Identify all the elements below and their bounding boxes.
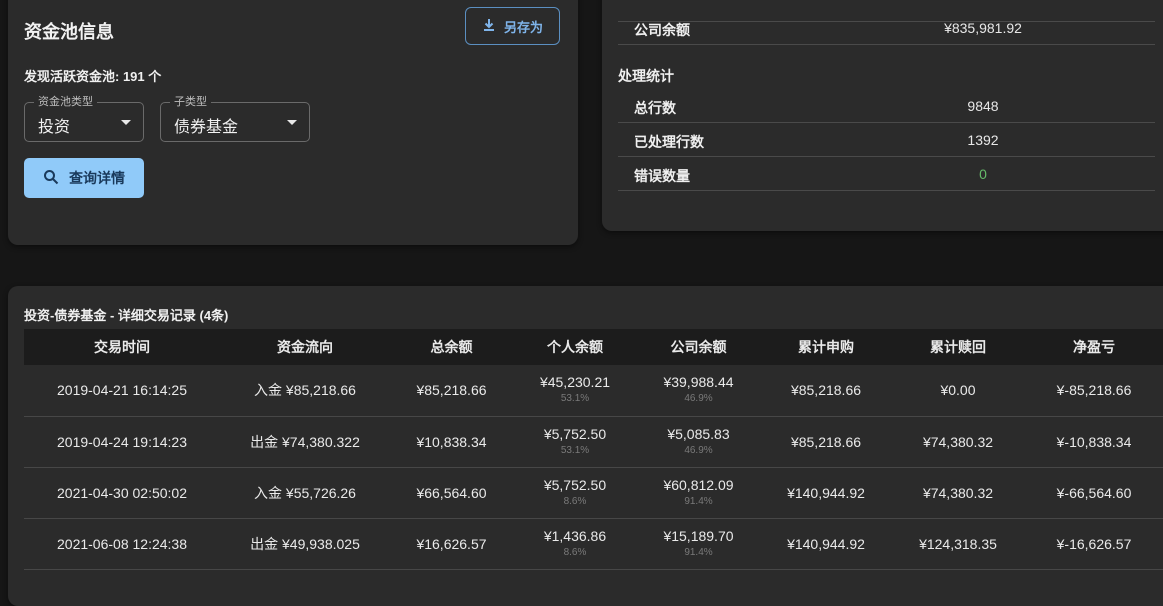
stats-row-error-count: 错误数量 0 (618, 157, 1155, 191)
stats-value: ¥835,981.92 (944, 20, 1022, 36)
header-pnl[interactable]: 净盈亏 (1024, 329, 1163, 365)
cell-total: ¥10,838.34 (416, 433, 487, 450)
cell-company: ¥5,085.83 46.9% (637, 416, 760, 467)
stats-row-company-balance: 公司余额 ¥835,981.92 (618, 11, 1155, 45)
header-redeem[interactable]: 累计赎回 (892, 329, 1024, 365)
cell-redeem: ¥124,318.35 (919, 535, 997, 552)
company-percent: 46.9% (684, 444, 713, 456)
company-amount: ¥60,812.09 (663, 476, 734, 493)
table-row[interactable]: 2019-04-21 16:14:25 入金 ¥85,218.66 ¥85,21… (24, 365, 1163, 416)
cell-flow: 入金 ¥85,218.66 (254, 382, 356, 399)
processing-stats-title: 处理统计 (618, 68, 674, 84)
cell-total: ¥85,218.66 (416, 382, 487, 399)
cell-time: 2021-06-08 12:24:38 (57, 535, 187, 552)
cell-pnl: ¥-85,218.66 (1056, 382, 1132, 399)
cell-flow: 出金 ¥74,380.322 (250, 433, 360, 450)
header-company[interactable]: 公司余额 (637, 329, 760, 365)
cell-redeem: ¥74,380.32 (922, 484, 994, 501)
cell-time: 2019-04-21 16:14:25 (57, 382, 187, 399)
cell-redeem: ¥74,380.32 (922, 433, 994, 450)
pool-type-value: 投资 (38, 119, 71, 136)
subtype-select[interactable]: 子类型 债券基金 (160, 95, 310, 142)
cell-personal: ¥5,752.50 53.1% (513, 416, 637, 467)
transactions-table: 交易时间 资金流向 总余额 个人余额 公司余额 累计申购 累计赎回 净盈亏 20… (24, 329, 1163, 570)
personal-percent: 53.1% (560, 393, 590, 405)
query-details-button[interactable]: 查询详情 (24, 158, 144, 198)
company-percent: 46.9% (684, 393, 713, 405)
error-count-value: 0 (979, 166, 987, 182)
cell-subscribe: ¥140,944.92 (787, 484, 865, 501)
personal-amount: ¥5,752.50 (543, 425, 607, 442)
save-as-label: 另存为 (503, 19, 543, 35)
transactions-title: 投资-债券基金 - 详细交易记录 (4条) (24, 308, 229, 323)
table-header-row: 交易时间 资金流向 总余额 个人余额 公司余额 累计申购 累计赎回 净盈亏 (24, 329, 1163, 365)
caret-down-icon (287, 120, 297, 125)
company-amount: ¥39,988.44 (663, 374, 734, 391)
stats-label: 已处理行数 (634, 134, 704, 150)
personal-amount: ¥1,436.86 (543, 527, 607, 544)
stats-label: 错误数量 (634, 168, 690, 184)
cell-pnl: ¥-16,626.57 (1056, 535, 1132, 552)
stats-row-total-rows: 总行数 9848 (618, 89, 1155, 123)
cell-subscribe: ¥85,218.66 (790, 382, 862, 399)
caret-down-icon (121, 120, 131, 125)
active-pool-count: 发现活跃资金池: 191 个 (24, 69, 162, 84)
company-amount: ¥15,189.70 (663, 527, 734, 544)
table-row[interactable]: 2021-06-08 12:24:38 出金 ¥49,938.025 ¥16,6… (24, 518, 1163, 569)
stats-value: 9848 (967, 98, 999, 114)
company-percent: 91.4% (684, 495, 713, 507)
header-subscribe[interactable]: 累计申购 (760, 329, 892, 365)
cell-total: ¥66,564.60 (416, 484, 487, 501)
stats-card: 公司余额 ¥835,981.92 处理统计 总行数 9848 已处理行数 139… (602, 0, 1163, 231)
company-amount: ¥5,085.83 (667, 425, 730, 442)
cell-time: 2019-04-24 19:14:23 (57, 433, 187, 450)
cell-flow: 出金 ¥49,938.025 (250, 535, 360, 552)
subtype-label: 子类型 (170, 95, 211, 109)
pool-type-select[interactable]: 资金池类型 投资 (24, 95, 144, 142)
cell-company: ¥15,189.70 91.4% (637, 518, 760, 569)
pool-info-card: 资金池信息 另存为 发现活跃资金池: 191 个 资金池类型 投资 子类型 债券… (8, 0, 578, 245)
cell-pnl: ¥-10,838.34 (1056, 433, 1132, 450)
save-as-button[interactable]: 另存为 (465, 7, 560, 45)
table-row[interactable]: 2019-04-24 19:14:23 出金 ¥74,380.322 ¥10,8… (24, 416, 1163, 467)
cell-redeem: ¥0.00 (940, 382, 976, 399)
company-percent: 91.4% (684, 546, 713, 558)
cell-personal: ¥45,230.21 53.1% (513, 365, 637, 416)
cell-personal: ¥5,752.50 8.6% (513, 467, 637, 518)
personal-amount: ¥45,230.21 (539, 374, 611, 391)
query-details-label: 查询详情 (69, 170, 125, 186)
header-personal[interactable]: 个人余额 (513, 329, 637, 365)
stats-value: 1392 (967, 132, 999, 148)
stats-label: 公司余额 (634, 22, 690, 38)
transactions-card: 投资-债券基金 - 详细交易记录 (4条) 交易时间 资金流向 总余额 个人余额… (8, 286, 1163, 606)
personal-percent: 8.6% (563, 546, 587, 558)
pool-type-label: 资金池类型 (34, 95, 97, 109)
cell-personal: ¥1,436.86 8.6% (513, 518, 637, 569)
personal-amount: ¥5,752.50 (543, 476, 607, 493)
personal-percent: 53.1% (560, 444, 590, 456)
stats-label: 总行数 (634, 100, 676, 116)
search-icon (43, 169, 59, 188)
cell-time: 2021-04-30 02:50:02 (57, 484, 187, 501)
cell-pnl: ¥-66,564.60 (1056, 484, 1132, 501)
cell-company: ¥60,812.09 91.4% (637, 467, 760, 518)
pool-info-title: 资金池信息 (24, 22, 114, 42)
download-icon (482, 18, 496, 35)
header-total[interactable]: 总余额 (390, 329, 513, 365)
header-time[interactable]: 交易时间 (24, 329, 220, 365)
cell-subscribe: ¥85,218.66 (790, 433, 862, 450)
cell-subscribe: ¥140,944.92 (787, 535, 865, 552)
header-flow[interactable]: 资金流向 (220, 329, 390, 365)
stats-row-processed-rows: 已处理行数 1392 (618, 123, 1155, 157)
cell-total: ¥16,626.57 (416, 535, 487, 552)
cell-flow: 入金 ¥55,726.26 (254, 484, 356, 501)
personal-percent: 8.6% (563, 495, 587, 507)
subtype-value: 债券基金 (174, 119, 239, 136)
cell-company: ¥39,988.44 46.9% (637, 365, 760, 416)
table-row[interactable]: 2021-04-30 02:50:02 入金 ¥55,726.26 ¥66,56… (24, 467, 1163, 518)
